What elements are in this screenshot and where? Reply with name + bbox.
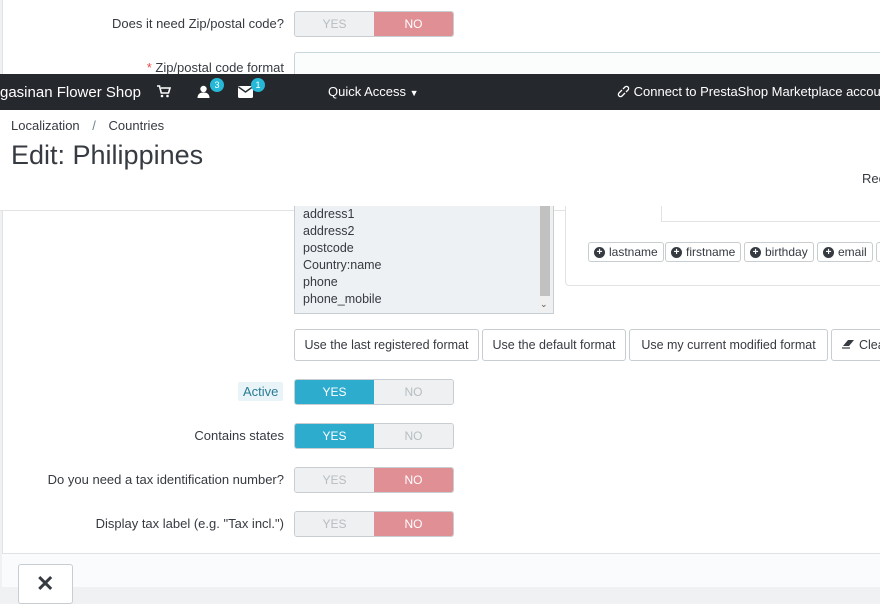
textarea-scrollbar[interactable]: ⌄ — [538, 206, 552, 312]
tab-underline — [661, 221, 880, 222]
breadcrumb-separator: / — [92, 118, 96, 133]
tax-id-no[interactable]: NO — [374, 468, 453, 492]
clear-format-button[interactable]: Clea — [831, 329, 880, 361]
address-layout-lines: address1 address2 postcode Country:name … — [303, 206, 382, 308]
zip-needed-label: Does it need Zip/postal code? — [112, 16, 284, 31]
tax-label-label: Display tax label (e.g. "Tax incl.") — [95, 516, 284, 531]
user-icon[interactable] — [197, 85, 210, 101]
tax-label-switch[interactable]: YES NO — [294, 511, 454, 537]
form-footer: ✕ — [2, 553, 880, 604]
zip-needed-switch[interactable]: YES NO — [294, 11, 454, 37]
layout-line: address1 — [303, 207, 355, 221]
plus-circle-icon: + — [594, 246, 605, 258]
active-yes[interactable]: YES — [295, 380, 374, 404]
active-no[interactable]: NO — [374, 380, 453, 404]
marketplace-connect-link[interactable]: Connect to PrestaShop Marketplace accoun… — [617, 84, 880, 99]
chip-label: lastname — [609, 245, 658, 259]
chevron-down-icon[interactable]: ⌄ — [540, 299, 548, 310]
contains-states-no[interactable]: NO — [374, 424, 453, 448]
eraser-icon — [842, 338, 855, 352]
breadcrumb: Localization / Countries — [11, 118, 164, 133]
zip-format-label-text: Zip/postal code format — [155, 60, 284, 75]
page-title: Edit: Philippines — [11, 140, 204, 170]
required-mark: * — [146, 60, 152, 75]
shopping-cart-icon[interactable] — [157, 85, 172, 101]
field-chip-birthday[interactable]: + birthday — [744, 242, 814, 262]
plus-circle-icon: + — [750, 246, 761, 258]
layout-line: address2 — [303, 224, 355, 238]
tax-id-label: Do you need a tax identification number? — [47, 472, 284, 487]
use-current-format-button[interactable]: Use my current modified format — [629, 329, 828, 361]
tax-label-yes[interactable]: YES — [295, 512, 374, 536]
field-chip-email[interactable]: + email — [817, 242, 873, 262]
close-icon: ✕ — [36, 571, 55, 596]
chip-label: email — [838, 245, 867, 259]
address-layout-textarea[interactable]: address1 address2 postcode Country:name … — [294, 206, 554, 314]
messages-badge: 1 — [251, 78, 265, 92]
chip-label: birthday — [765, 245, 808, 259]
zip-format-label: * Zip/postal code format — [147, 60, 284, 75]
zip-needed-yes[interactable]: YES — [295, 12, 374, 36]
layout-line: phone_mobile — [303, 292, 382, 306]
tax-label-no[interactable]: NO — [374, 512, 453, 536]
field-chip-firstname[interactable]: + firstname — [665, 242, 742, 262]
field-chip-next[interactable] — [876, 242, 880, 262]
breadcrumb-countries[interactable]: Countries — [109, 118, 165, 133]
use-default-format-button[interactable]: Use the default format — [482, 329, 626, 361]
header-right-text[interactable]: Rec — [862, 171, 880, 186]
cancel-button[interactable]: ✕ — [18, 564, 73, 604]
customers-badge: 3 — [210, 78, 224, 92]
clear-format-label: Clea — [859, 338, 880, 352]
use-last-registered-format-button[interactable]: Use the last registered format — [294, 329, 479, 361]
zip-needed-no[interactable]: NO — [374, 12, 453, 36]
available-fields-panel: + lastname + firstname + birthday + emai… — [565, 206, 880, 286]
shop-name[interactable]: gasinan Flower Shop — [0, 84, 141, 101]
plus-circle-icon: + — [823, 246, 834, 258]
connect-label: Connect to PrestaShop Marketplace accoun… — [633, 84, 880, 99]
tax-id-switch[interactable]: YES NO — [294, 467, 454, 493]
quick-access-label: Quick Access — [328, 84, 407, 99]
tab-divider — [661, 206, 662, 222]
contains-states-switch[interactable]: YES NO — [294, 423, 454, 449]
active-switch[interactable]: YES NO — [294, 379, 454, 405]
layout-line: postcode — [303, 241, 354, 255]
chip-label: firstname — [686, 245, 736, 259]
quick-access-menu[interactable]: Quick Access ▼ — [328, 84, 419, 99]
contains-states-yes[interactable]: YES — [295, 424, 374, 448]
field-chip-lastname[interactable]: + lastname — [588, 242, 664, 262]
tax-id-yes[interactable]: YES — [295, 468, 374, 492]
breadcrumb-localization[interactable]: Localization — [11, 118, 80, 133]
layout-line: Country:name — [303, 258, 382, 272]
top-navbar: gasinan Flower Shop 3 1 Quick Access ▼ C… — [0, 74, 880, 110]
active-label: Active — [238, 382, 284, 401]
link-icon — [617, 84, 634, 99]
contains-states-label: Contains states — [194, 428, 284, 443]
page-header: Localization / Countries Edit: Philippin… — [0, 110, 880, 211]
caret-down-icon: ▼ — [409, 88, 419, 98]
layout-line: phone — [303, 275, 338, 289]
scroll-thumb[interactable] — [540, 206, 550, 296]
plus-circle-icon: + — [671, 246, 682, 258]
